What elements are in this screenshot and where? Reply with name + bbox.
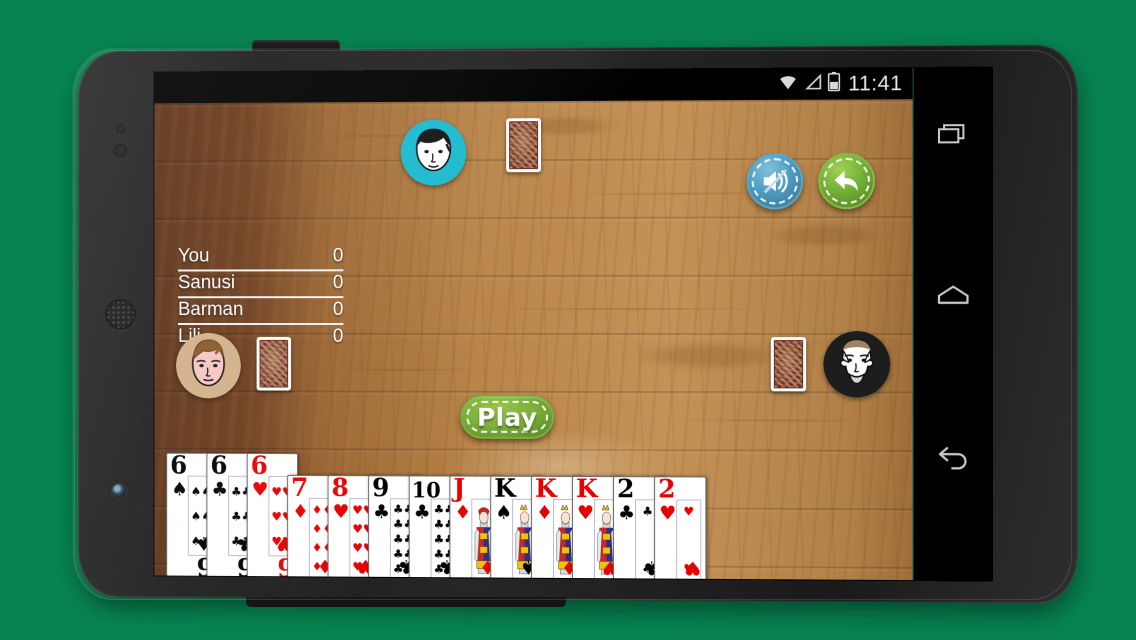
card-suit-icon: ♥	[332, 500, 350, 523]
card-suit-icon-mirrored: ♥	[684, 556, 702, 579]
avatar-player-top[interactable]	[400, 119, 467, 186]
card-back-top-player	[506, 118, 542, 173]
wifi-icon	[776, 73, 798, 96]
scoreboard-player-score: 0	[332, 325, 344, 347]
card-suit-icon: ♣	[211, 478, 229, 501]
card-rank: 9	[372, 475, 390, 503]
home-icon	[935, 282, 972, 313]
card-suit-icon: ♣	[373, 501, 390, 524]
phone-bottom-nub	[246, 597, 566, 607]
scoreboard-player-score: 0	[332, 245, 344, 267]
mute-button[interactable]	[746, 153, 804, 210]
back-button[interactable]	[818, 152, 876, 210]
card-rank: 2	[617, 476, 635, 504]
card-rank: 6	[170, 452, 188, 480]
light-sensor-icon	[114, 144, 127, 157]
card-rank: 8	[331, 475, 349, 503]
wood-streak	[480, 307, 781, 311]
android-status-bar: 11:41	[154, 67, 913, 104]
wood-streak	[670, 419, 883, 422]
card-suit-icon: ♥	[659, 502, 677, 525]
avatar-player-right[interactable]	[823, 331, 891, 398]
recents-icon	[936, 119, 971, 154]
nav-home-button[interactable]	[914, 269, 992, 326]
nav-back-button[interactable]	[914, 433, 992, 490]
card-rank: 6	[210, 452, 228, 480]
card-suit-icon: ♦	[536, 501, 554, 524]
android-nav-bar	[912, 67, 992, 581]
scoreboard-player-score: 0	[332, 299, 344, 321]
card-suit-icon: ♦	[292, 500, 309, 523]
card-rank: 7	[291, 474, 309, 502]
hand-card[interactable]: 2♥♥♥2♥	[654, 476, 707, 581]
scoreboard-player-name: Barman	[177, 299, 244, 321]
card-rank: 6	[250, 452, 268, 480]
card-back-left-player	[256, 336, 292, 391]
card-suit-icon: ♠	[495, 501, 513, 524]
phone-device: 11:41 You 0 Sanusi 0 Barman 0 Lili 0 Pla…	[72, 40, 1078, 607]
card-rank: J	[453, 475, 466, 503]
scoreboard-row: You 0	[177, 244, 344, 272]
scoreboard-row: Barman 0	[177, 298, 344, 325]
avatar-player-left[interactable]	[176, 332, 241, 399]
front-camera-icon	[112, 484, 126, 498]
card-rank: 2	[658, 476, 676, 504]
scoreboard-player-name: You	[177, 245, 210, 267]
proximity-sensor-icon	[116, 124, 125, 133]
play-button[interactable]: Play	[460, 394, 555, 439]
earpiece-speaker-icon	[105, 299, 136, 330]
card-suit-icon: ♣	[413, 501, 431, 524]
signal-icon	[804, 72, 822, 95]
card-suit-icon: ♦	[454, 501, 472, 524]
status-bar-clock: 11:41	[848, 71, 903, 95]
wood-knot	[750, 220, 903, 251]
card-suit-icon: ♥	[251, 478, 269, 501]
speaker-muted-icon	[747, 153, 804, 209]
play-button-label: Play	[477, 402, 538, 432]
card-suit-icon: ♠	[171, 478, 188, 501]
battery-icon	[827, 71, 840, 96]
card-suit-icon: ♥	[576, 502, 595, 525]
scoreboard-row: Sanusi 0	[177, 271, 344, 299]
wood-streak	[301, 368, 491, 371]
phone-screen: 11:41 You 0 Sanusi 0 Barman 0 Lili 0 Pla…	[154, 67, 992, 581]
back-arrow-icon	[818, 153, 875, 210]
back-icon	[935, 445, 972, 478]
nav-recents-button[interactable]	[914, 108, 992, 165]
card-back-right-player	[770, 337, 807, 392]
game-table: You 0 Sanusi 0 Barman 0 Lili 0 Play 6 ♠ …	[154, 99, 913, 581]
card-suit-icon: ♣	[618, 502, 636, 525]
scoreboard-player-score: 0	[332, 272, 344, 294]
phone-top-nub	[252, 40, 340, 54]
scoreboard-player-name: Sanusi	[177, 272, 236, 294]
